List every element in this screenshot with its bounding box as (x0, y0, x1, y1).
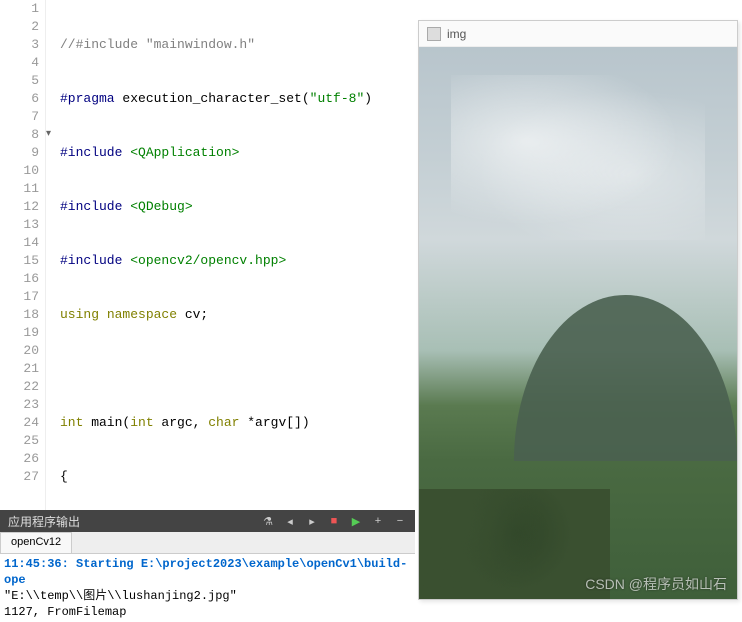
console-timestamp: 11:45:36: (4, 557, 69, 571)
watermark-text: CSDN @程序员如山石 (585, 574, 727, 594)
code-area[interactable]: //#include "mainwindow.h" #pragma execut… (46, 0, 415, 510)
window-title: img (447, 27, 466, 41)
filter-icon[interactable]: ⚗ (259, 513, 277, 529)
output-tabs: openCv12 (0, 532, 415, 554)
console-line: "E:\\temp\\图片\\lushanjing2.jpg" (4, 588, 411, 604)
run-icon[interactable]: ▶ (347, 513, 365, 529)
console-line: 1127, FromFilemap (4, 604, 411, 620)
console-output[interactable]: 11:45:36: Starting E:\project2023\exampl… (0, 554, 415, 622)
output-tab[interactable]: openCv12 (0, 532, 72, 553)
output-panel-header: 应用程序输出 ⚗ ◂ ▸ ■ ▶ + − (0, 510, 415, 532)
image-window[interactable]: img CSDN @程序员如山石 (418, 20, 738, 600)
add-icon[interactable]: + (369, 513, 387, 529)
next-icon[interactable]: ▸ (303, 513, 321, 529)
remove-icon[interactable]: − (391, 513, 409, 529)
line-gutter: 1234567891011121314151617181920212223242… (0, 0, 46, 510)
app-icon (427, 27, 441, 41)
code-editor[interactable]: 1234567891011121314151617181920212223242… (0, 0, 415, 510)
image-titlebar[interactable]: img (419, 21, 737, 47)
image-content: CSDN @程序员如山石 (419, 47, 737, 599)
output-panel-label: 应用程序输出 (0, 513, 88, 530)
prev-icon[interactable]: ◂ (281, 513, 299, 529)
stop-icon[interactable]: ■ (325, 513, 343, 529)
